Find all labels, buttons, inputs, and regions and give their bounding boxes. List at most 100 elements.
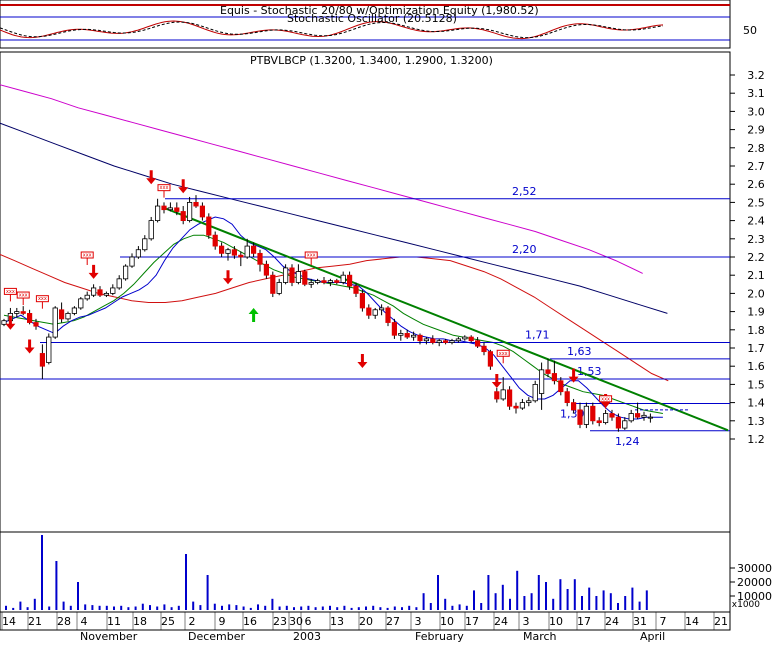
volume-bar [228,604,231,610]
volume-bar [177,605,180,610]
price-tick-label: 2.4 [747,215,765,228]
volume-bar [379,607,382,610]
volume-bar [429,603,432,610]
candle [583,402,590,429]
volume-bar [545,582,547,610]
volume-bar [192,601,195,610]
volume-bar [314,607,317,610]
volume-bar [595,596,598,610]
candle-body [52,307,58,338]
signal-tag-label: xxx [307,253,316,259]
volume-bar [33,598,36,610]
volume-bar [516,570,519,610]
x-tick-label: 14 [2,615,16,628]
candle-body [532,383,538,402]
x-tick-label: 28 [57,615,71,628]
candle-body [647,416,654,419]
signal-tag-label: xxx [83,253,92,259]
candle-body [359,292,366,309]
x-tick-label: 7 [660,615,667,628]
candle-body [615,416,622,429]
x-axis: 14 21 28 4 11 18 25 2 9 16 23 30 6 13 20 27 3 10 17 24 3 10 17… [0,611,731,643]
volume-bar [62,601,65,610]
volume-bar [617,603,619,610]
candle-body [199,205,205,218]
x-tick-label: 16 [243,615,257,628]
x-tick-label: 24 [494,615,508,628]
candle-body [308,282,314,285]
indicator-ytick: 50 [743,24,757,37]
volume-bar [609,593,612,610]
candle-body [14,311,20,314]
price-tick-label: 2.8 [747,142,765,155]
price-tick-label: 2.7 [747,160,765,173]
volume-bar [393,606,396,610]
candle-body [455,338,462,342]
indicator-subtitle: Stochastic Oscillator (20.5128) [287,12,457,25]
candle-body [545,369,551,374]
candle-body [276,282,282,294]
x-tick-label: 10 [440,615,454,628]
candle-body [180,211,186,222]
candle-body [174,207,180,212]
x-tick-label: 21 [714,615,728,628]
candle-body [417,334,423,342]
candle-body [212,234,218,247]
volume-bar [372,605,375,610]
volume-bar [206,575,209,610]
candle-body [123,265,129,280]
x-tick-label: 13 [330,615,344,628]
x-month-label: March [523,630,557,642]
volume-bar [559,579,562,610]
volume-bar [293,607,295,610]
volume-bar [91,605,94,610]
x-tick-label: 25 [161,615,175,628]
candle-body [423,338,430,342]
x-tick-label: 20 [359,615,373,628]
volume-bar [163,604,166,610]
candle-body [410,334,417,338]
volume-bar [307,605,310,610]
volume-tick-label: 30000 [737,562,772,575]
volume-bar [84,604,87,610]
candle-body [596,420,602,424]
candle-body [340,274,346,283]
candle-body [398,333,404,336]
candle-body [97,289,103,296]
candle-body [33,322,39,327]
candle-body [513,405,519,409]
volume-bar [12,607,15,610]
candle-body [583,405,590,425]
candle [590,402,596,425]
x-tick-label: 17 [577,615,591,628]
candle-body [161,205,167,211]
price-tick-label: 3.0 [747,105,765,118]
candle [270,271,276,298]
candle-body [1,320,7,325]
volume-bar [473,590,475,610]
candle-body [135,249,141,258]
price-title: PTBVLBCP (1.3200, 1.3400, 1.2900, 1.3200… [250,54,493,67]
volume-bar [41,535,43,610]
candle-body [250,245,257,254]
candle-body [558,380,564,393]
candle-body [590,405,596,422]
volume-bar [408,605,411,610]
candle-body [225,249,231,254]
candle-body [494,391,500,400]
candle-body [641,414,647,418]
candle-body [263,263,270,276]
volume-bar [19,601,22,610]
volume-bar [156,606,159,610]
candle-body [154,205,161,221]
candle-body [270,274,276,294]
volume-bar [566,589,569,610]
price-tick-label: 1.4 [747,397,765,410]
x-tick-label: 10 [549,615,563,628]
candle-body [110,287,116,294]
volume-bar [638,601,641,610]
volume-bar [465,605,468,610]
candle-body [372,309,378,316]
volume-panel-frame [0,531,731,613]
candle-body [167,207,173,211]
